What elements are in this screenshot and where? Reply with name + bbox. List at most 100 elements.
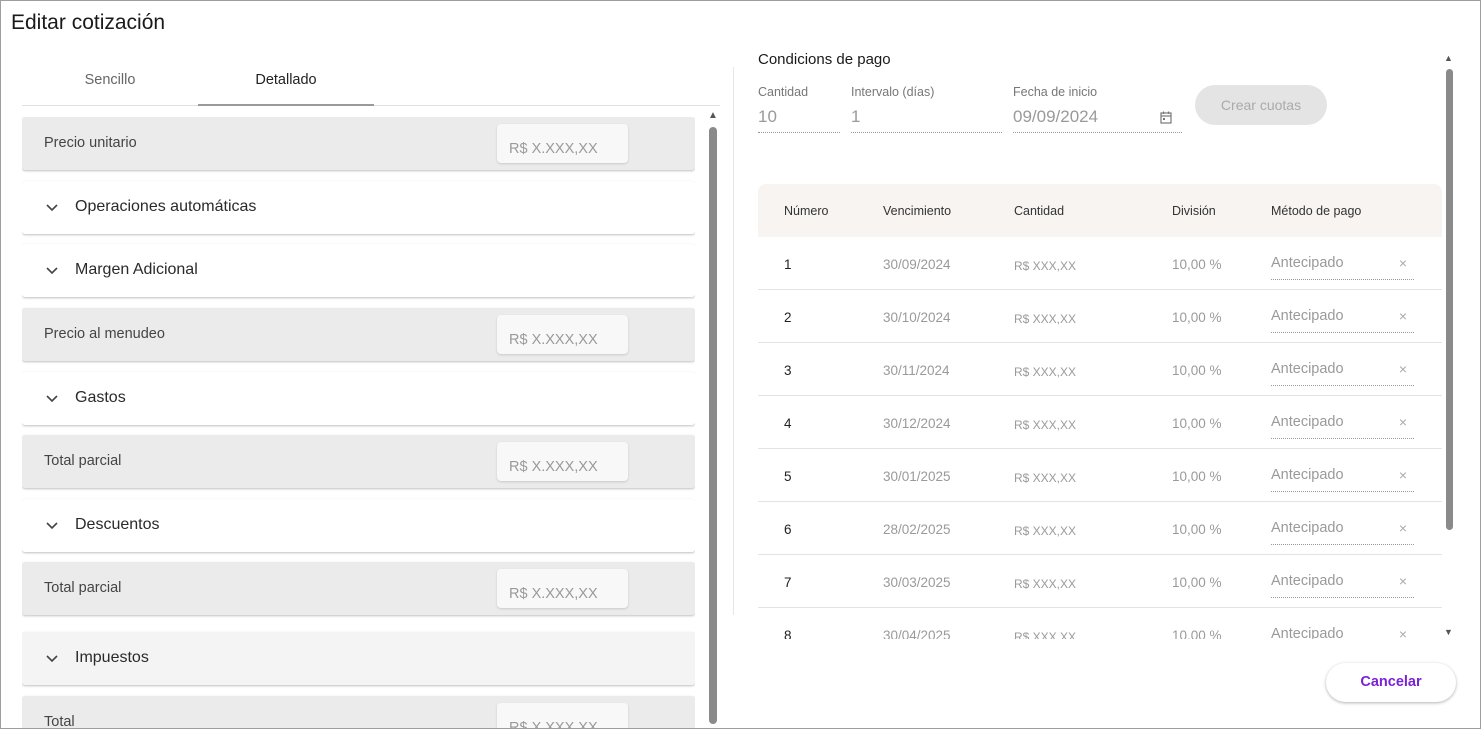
fecha-inicio-field[interactable]: Fecha de inicio 09/09/2024 (1013, 85, 1182, 133)
scrollbar-thumb[interactable] (1446, 69, 1453, 530)
cell-numero: 1 (784, 257, 792, 272)
panel-divider (733, 67, 734, 615)
column-header: División (1172, 204, 1216, 218)
cell-cantidad: R$ XXX,XX (1014, 365, 1077, 379)
amount-input[interactable]: R$ X.XXX,XX (497, 315, 628, 354)
calendar-icon[interactable] (1160, 111, 1172, 124)
tab-detallado[interactable]: Detallado (198, 61, 374, 106)
close-icon[interactable]: × (1399, 626, 1407, 639)
metodo-pago-value: Antecipado (1271, 520, 1344, 536)
cell-division: 10,00 % (1172, 575, 1222, 590)
field-value: 1 (851, 107, 861, 126)
section-descuentos[interactable]: Descuentos (22, 499, 695, 552)
row-label: Total parcial (44, 580, 122, 596)
metodo-pago-value: Antecipado (1271, 573, 1344, 589)
amount-input[interactable]: R$ X.XXX,XX (497, 703, 628, 728)
section-label: Margen Adicional (75, 261, 198, 278)
cell-numero: 3 (784, 363, 792, 378)
metodo-pago-select[interactable]: Antecipado × (1271, 619, 1414, 639)
cell-division: 10,00 % (1172, 628, 1222, 639)
row-label: Precio al menudeo (44, 326, 165, 342)
metodo-pago-select[interactable]: Antecipado × (1271, 566, 1414, 598)
scrollbar-thumb[interactable] (709, 127, 717, 724)
metodo-pago-value: Antecipado (1271, 626, 1344, 639)
mode-tabs: Sencillo Detallado (22, 61, 720, 106)
section-operaciones-automaticas[interactable]: Operaciones automáticas (22, 181, 695, 234)
cell-vencimiento: 28/02/2025 (883, 522, 951, 537)
tab-sencillo[interactable]: Sencillo (22, 61, 198, 105)
section-label: Gastos (75, 389, 126, 406)
table-header: Número Vencimiento Cantidad División Mét… (758, 184, 1442, 237)
cell-cantidad: R$ XXX,XX (1014, 471, 1077, 485)
close-icon[interactable]: × (1399, 467, 1407, 483)
section-label: Impuestos (75, 649, 149, 666)
cantidad-field[interactable]: Cantidad 10 (758, 85, 840, 133)
metodo-pago-select[interactable]: Antecipado × (1271, 248, 1414, 280)
section-margen-adicional[interactable]: Margen Adicional (22, 244, 695, 297)
cell-vencimiento: 30/04/2025 (883, 628, 951, 639)
arrow-up-icon[interactable]: ▲ (1444, 53, 1453, 63)
cell-vencimiento: 30/03/2025 (883, 575, 951, 590)
arrow-up-icon[interactable]: ▲ (708, 111, 718, 121)
table-row: 8 30/04/2025 R$ XXX,XX 10,00 % Antecipado × (758, 608, 1442, 639)
amount-placeholder: R$ X.XXX,XX (509, 332, 598, 348)
column-header: Vencimiento (883, 204, 952, 218)
amount-input[interactable]: R$ X.XXX,XX (497, 442, 628, 481)
table-row: 2 30/10/2024 R$ XXX,XX 10,00 % Antecipado × (758, 290, 1442, 343)
left-scrollbar[interactable]: ▲ (708, 111, 718, 728)
close-icon[interactable]: × (1399, 361, 1407, 377)
intervalo-field[interactable]: Intervalo (días) 1 (851, 85, 1002, 133)
close-icon[interactable]: × (1399, 308, 1407, 324)
cell-division: 10,00 % (1172, 257, 1222, 272)
crear-cuotas-button[interactable]: Crear cuotas (1195, 85, 1327, 125)
cell-division: 10,00 % (1172, 469, 1222, 484)
chevron-down-icon (46, 395, 58, 403)
amount-placeholder: R$ X.XXX,XX (509, 459, 598, 475)
close-icon[interactable]: × (1399, 255, 1407, 271)
metodo-pago-value: Antecipado (1271, 414, 1344, 430)
close-icon[interactable]: × (1399, 414, 1407, 430)
metodo-pago-select[interactable]: Antecipado × (1271, 301, 1414, 333)
metodo-pago-select[interactable]: Antecipado × (1271, 407, 1414, 439)
cell-cantidad: R$ XXX,XX (1014, 524, 1077, 538)
section-gastos[interactable]: Gastos (22, 372, 695, 425)
section-impuestos[interactable]: Impuestos (22, 632, 695, 685)
section-label: Descuentos (75, 516, 160, 533)
cell-division: 10,00 % (1172, 363, 1222, 378)
field-label: Cantidad (758, 85, 809, 99)
cell-vencimiento: 30/01/2025 (883, 469, 951, 484)
metodo-pago-value: Antecipado (1271, 308, 1344, 324)
table-row: 4 30/12/2024 R$ XXX,XX 10,00 % Antecipado × (758, 396, 1442, 449)
close-icon[interactable]: × (1399, 573, 1407, 589)
cell-vencimiento: 30/12/2024 (883, 416, 951, 431)
table-row: 5 30/01/2025 R$ XXX,XX 10,00 % Antecipado × (758, 449, 1442, 502)
metodo-pago-select[interactable]: Antecipado × (1271, 354, 1414, 386)
cell-numero: 7 (784, 575, 792, 590)
cell-numero: 4 (784, 416, 792, 431)
field-value: 10 (758, 107, 777, 126)
cell-division: 10,00 % (1172, 310, 1222, 325)
cell-vencimiento: 30/11/2024 (883, 363, 950, 378)
metodo-pago-select[interactable]: Antecipado × (1271, 460, 1414, 492)
close-icon[interactable]: × (1399, 520, 1407, 536)
cancel-button[interactable]: Cancelar (1326, 663, 1456, 702)
cell-cantidad: R$ XXX,XX (1014, 577, 1077, 591)
table-row: 1 30/09/2024 R$ XXX,XX 10,00 % Antecipado × (758, 237, 1442, 290)
field-label: Fecha de inicio (1013, 85, 1098, 99)
metodo-pago-select[interactable]: Antecipado × (1271, 513, 1414, 545)
payment-title: Condicions de pago (758, 51, 891, 68)
cell-cantidad: R$ XXX,XX (1014, 259, 1077, 273)
column-header: Método de pago (1271, 204, 1362, 218)
amount-input[interactable]: R$ X.XXX,XX (497, 569, 628, 608)
right-scrollbar[interactable]: ▲ ▼ (1444, 53, 1454, 639)
metodo-pago-value: Antecipado (1271, 361, 1344, 377)
amount-input[interactable]: R$ X.XXX,XX (497, 124, 628, 163)
installments-table: Número Vencimiento Cantidad División Mét… (758, 184, 1442, 639)
arrow-down-icon[interactable]: ▼ (1444, 627, 1453, 637)
row-label: Total parcial (44, 453, 122, 469)
chevron-down-icon (46, 655, 58, 663)
cell-numero: 8 (784, 628, 792, 639)
chevron-down-icon (46, 522, 58, 530)
row-precio-unitario: Precio unitario R$ X.XXX,XX (22, 117, 695, 170)
chevron-down-icon (46, 204, 58, 212)
